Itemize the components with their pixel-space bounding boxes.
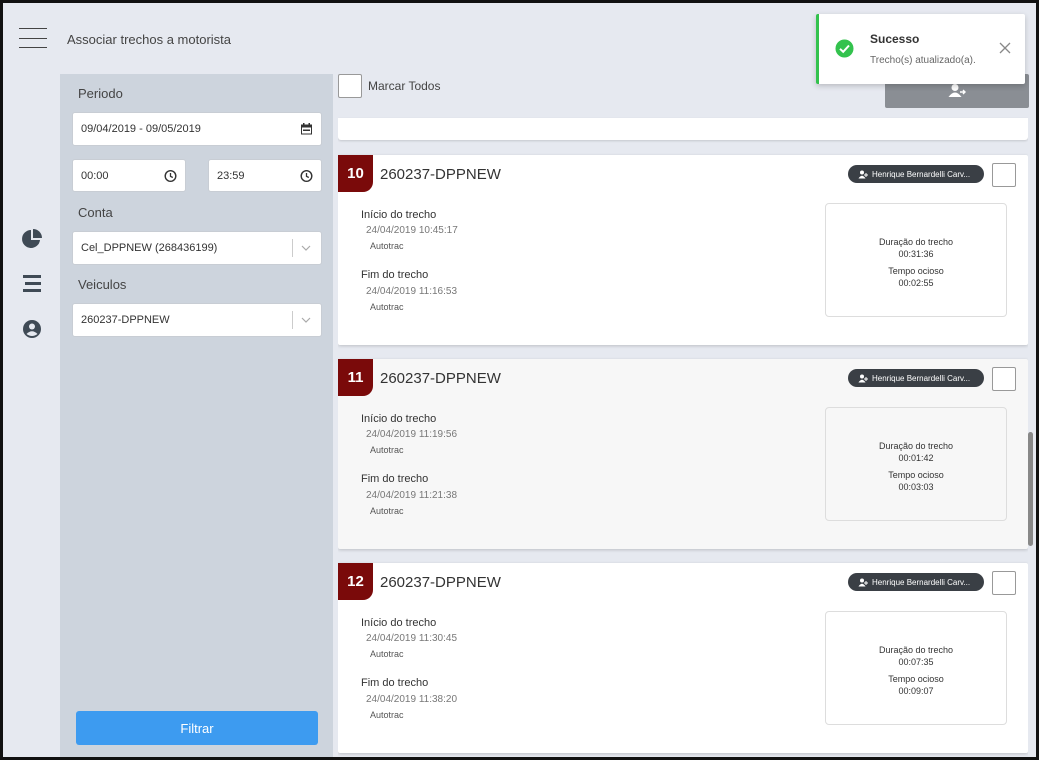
end-label: Fim do trecho [361,677,429,689]
segment-stats: Duração do trecho 00:31:36 Tempo ocioso … [825,203,1007,317]
end-source: Autotrac [370,302,404,312]
pie-chart-icon[interactable] [21,228,43,250]
clock-icon[interactable] [164,169,177,182]
segment-card: 12 260237-DPPNEW Henrique Bernardelli Ca… [338,563,1028,753]
success-toast: Sucesso Trecho(s) atualizado(a). [816,14,1025,84]
user-circle-icon[interactable] [21,318,43,340]
idle-value: 00:02:55 [898,278,934,288]
conta-label: Conta [78,205,113,220]
mark-all-checkbox[interactable] [338,74,362,98]
calendar-icon[interactable] [300,123,313,136]
end-time: 24/04/2019 11:38:20 [366,694,458,705]
date-range-value: 09/04/2019 - 09/05/2019 [81,123,201,135]
chevron-down-icon[interactable] [301,243,311,253]
driver-pill[interactable]: Henrique Bernardelli Carv... [848,165,984,183]
user-icon [858,170,868,178]
end-label: Fim do trecho [361,269,429,281]
toast-title: Sucesso [870,32,920,46]
start-source: Autotrac [370,445,404,455]
hamburger-icon[interactable] [19,28,47,50]
driver-name: Henrique Bernardelli Carv... [872,169,971,179]
page-title: Associar trechos a motorista [67,32,232,47]
duration-label: Duração do trecho [878,237,954,247]
chevron-down-icon[interactable] [301,315,311,325]
start-time-input[interactable]: 00:00 [72,159,186,192]
toast-message: Trecho(s) atualizado(a). [870,55,976,66]
start-time: 24/04/2019 11:30:45 [366,633,458,644]
start-source: Autotrac [370,241,404,251]
segment-stats: Duração do trecho 00:01:42 Tempo ocioso … [825,407,1007,521]
user-assign-icon [948,84,966,97]
scrollbar-thumb[interactable] [1028,432,1033,546]
duration-value: 00:01:42 [898,453,934,463]
end-source: Autotrac [370,506,404,516]
start-label: Início do trecho [361,617,437,629]
select-divider [292,311,293,329]
driver-pill[interactable]: Henrique Bernardelli Carv... [848,573,984,591]
start-label: Início do trecho [361,413,437,425]
segment-list: 10 260237-DPPNEW Henrique Bernardelli Ca… [338,108,1028,760]
user-icon [858,578,868,586]
end-source: Autotrac [370,710,404,720]
veiculos-value: 260237-DPPNEW [81,314,170,326]
end-label: Fim do trecho [361,473,429,485]
segment-checkbox[interactable] [992,163,1016,187]
segment-vehicle: 260237-DPPNEW [380,574,501,591]
clock-icon[interactable] [300,169,313,182]
duration-label: Duração do trecho [878,645,954,655]
idle-label: Tempo ocioso [888,470,944,480]
end-time: 24/04/2019 11:21:38 [366,490,458,501]
segment-number-badge: 12 [338,563,373,600]
segment-checkbox[interactable] [992,367,1016,391]
mark-all-label: Marcar Todos [368,79,441,93]
idle-value: 00:09:07 [898,686,934,696]
start-label: Início do trecho [361,209,437,221]
segment-vehicle: 260237-DPPNEW [380,166,501,183]
list-item [338,118,1028,140]
start-time-value: 00:00 [81,169,109,182]
segment-number-badge: 11 [338,359,373,396]
start-time: 24/04/2019 11:19:56 [366,429,458,440]
duration-label: Duração do trecho [878,441,954,451]
list-icon[interactable] [21,273,43,295]
user-icon [858,374,868,382]
idle-label: Tempo ocioso [888,674,944,684]
filter-panel: Periodo 09/04/2019 - 09/05/2019 00:00 23… [60,74,333,760]
filter-button[interactable]: Filtrar [76,711,318,745]
veiculos-select[interactable]: 260237-DPPNEW [72,303,322,337]
segment-stats: Duração do trecho 00:07:35 Tempo ocioso … [825,611,1007,725]
segment-checkbox[interactable] [992,571,1016,595]
select-divider [292,239,293,257]
periodo-label: Periodo [78,86,123,101]
end-time: 24/04/2019 11:16:53 [366,286,458,297]
veiculos-label: Veiculos [78,277,127,292]
end-time-input[interactable]: 23:59 [208,159,322,192]
driver-pill[interactable]: Henrique Bernardelli Carv... [848,369,984,387]
start-source: Autotrac [370,649,404,659]
end-time-value: 23:59 [217,169,245,182]
segment-card: 10 260237-DPPNEW Henrique Bernardelli Ca… [338,155,1028,345]
conta-value: Cel_DPPNEW (268436199) [81,242,218,254]
idle-label: Tempo ocioso [888,266,944,276]
segment-card: 11 260237-DPPNEW Henrique Bernardelli Ca… [338,359,1028,549]
driver-name: Henrique Bernardelli Carv... [872,373,971,383]
check-circle-icon [835,39,854,58]
start-time: 24/04/2019 10:45:17 [366,225,458,236]
close-icon[interactable] [999,42,1011,54]
duration-value: 00:31:36 [898,249,934,259]
conta-select[interactable]: Cel_DPPNEW (268436199) [72,231,322,265]
date-range-input[interactable]: 09/04/2019 - 09/05/2019 [72,112,322,146]
segment-vehicle: 260237-DPPNEW [380,370,501,387]
duration-value: 00:07:35 [898,657,934,667]
idle-value: 00:03:03 [898,482,934,492]
segment-number-badge: 10 [338,155,373,192]
driver-name: Henrique Bernardelli Carv... [872,577,971,587]
